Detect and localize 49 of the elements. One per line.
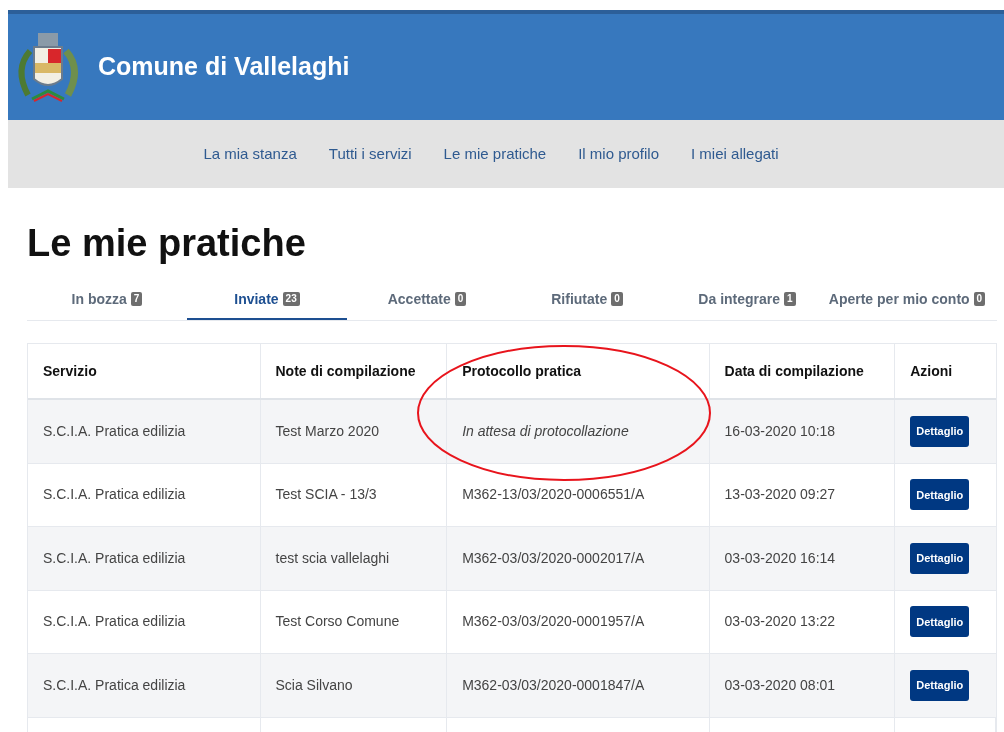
count-badge: 23 — [282, 292, 300, 306]
table-cell-text: 03-03-2020 08:01 — [724, 675, 836, 695]
tab[interactable]: In bozza 7 — [27, 280, 187, 320]
table-cell-text: 13-03-2020 09:27 — [724, 485, 836, 505]
column-header: Azioni — [910, 361, 953, 381]
table-cell-text: S.C.I.A. Pratica edilizia — [43, 548, 186, 568]
nav-link[interactable]: I miei allegati — [691, 142, 779, 166]
count-badge: 1 — [784, 292, 796, 306]
nav-link[interactable]: Il mio profilo — [578, 142, 660, 166]
detail-button[interactable]: Dettaglio — [910, 542, 970, 574]
table-cell-text: S.C.I.A. Pratica edilizia — [43, 485, 186, 505]
table-cell-text: M362-13/03/2020-0006551/A — [462, 485, 645, 505]
table-cell-text: 03-03-2020 16:14 — [724, 548, 836, 568]
table-cell-text: Test SCIA - 13/3 — [275, 485, 377, 505]
column-header: Servizio — [43, 361, 97, 381]
count-badge: 0 — [454, 292, 467, 306]
column-header: Protocollo pratica — [462, 361, 582, 381]
detail-button[interactable]: Dettaglio — [910, 669, 970, 701]
detail-button[interactable]: Dettaglio — [910, 415, 970, 447]
column-header: Data di compilazione — [724, 361, 864, 381]
table-cell-text: Test Marzo 2020 — [275, 421, 379, 441]
table-cell-text: Test Corso Comune — [275, 612, 400, 632]
nav-link[interactable]: Tutti i servizi — [328, 142, 412, 166]
table-cell-text: 03-03-2020 13:22 — [724, 612, 836, 632]
nav-link[interactable]: La mia stanza — [203, 142, 297, 166]
tab[interactable]: Accettate 0 — [347, 280, 507, 320]
count-badge: 0 — [611, 292, 623, 306]
table-cell-text: M362-03/03/2020-0001957/A — [462, 612, 645, 632]
count-badge: 7 — [130, 292, 143, 306]
detail-button[interactable]: Dettaglio — [910, 479, 970, 511]
table-cell-text: 16-03-2020 10:18 — [724, 421, 836, 441]
tab[interactable]: Rifiutate 0 — [507, 280, 667, 320]
table-cell-text: M362-03/03/2020-0001847/A — [462, 675, 645, 695]
page-title: Le mie pratiche — [27, 224, 307, 262]
table-cell-text: S.C.I.A. Pratica edilizia — [43, 675, 186, 695]
table-cell-text: S.C.I.A. Pratica edilizia — [43, 612, 186, 632]
table-cell-text: Scia Silvano — [275, 675, 353, 695]
tab[interactable]: Aperte per mio conto 0 — [827, 280, 987, 320]
table-cell-text: test scia vallelaghi — [275, 548, 390, 568]
detail-button[interactable]: Dettaglio — [910, 606, 970, 638]
tab[interactable]: Inviate 23 — [187, 280, 347, 320]
count-badge: 0 — [973, 292, 986, 306]
table-cell-text: S.C.I.A. Pratica edilizia — [43, 421, 186, 441]
table-cell-text: In attesa di protocollazione — [462, 421, 629, 441]
tab[interactable]: Da integrare 1 — [667, 280, 827, 320]
nav-link[interactable]: Le mie pratiche — [443, 142, 547, 166]
column-header: Note di compilazione — [275, 361, 416, 381]
table-cell-text: M362-03/03/2020-0002017/A — [462, 548, 645, 568]
site-title: Comune di Vallelaghi — [98, 51, 350, 83]
